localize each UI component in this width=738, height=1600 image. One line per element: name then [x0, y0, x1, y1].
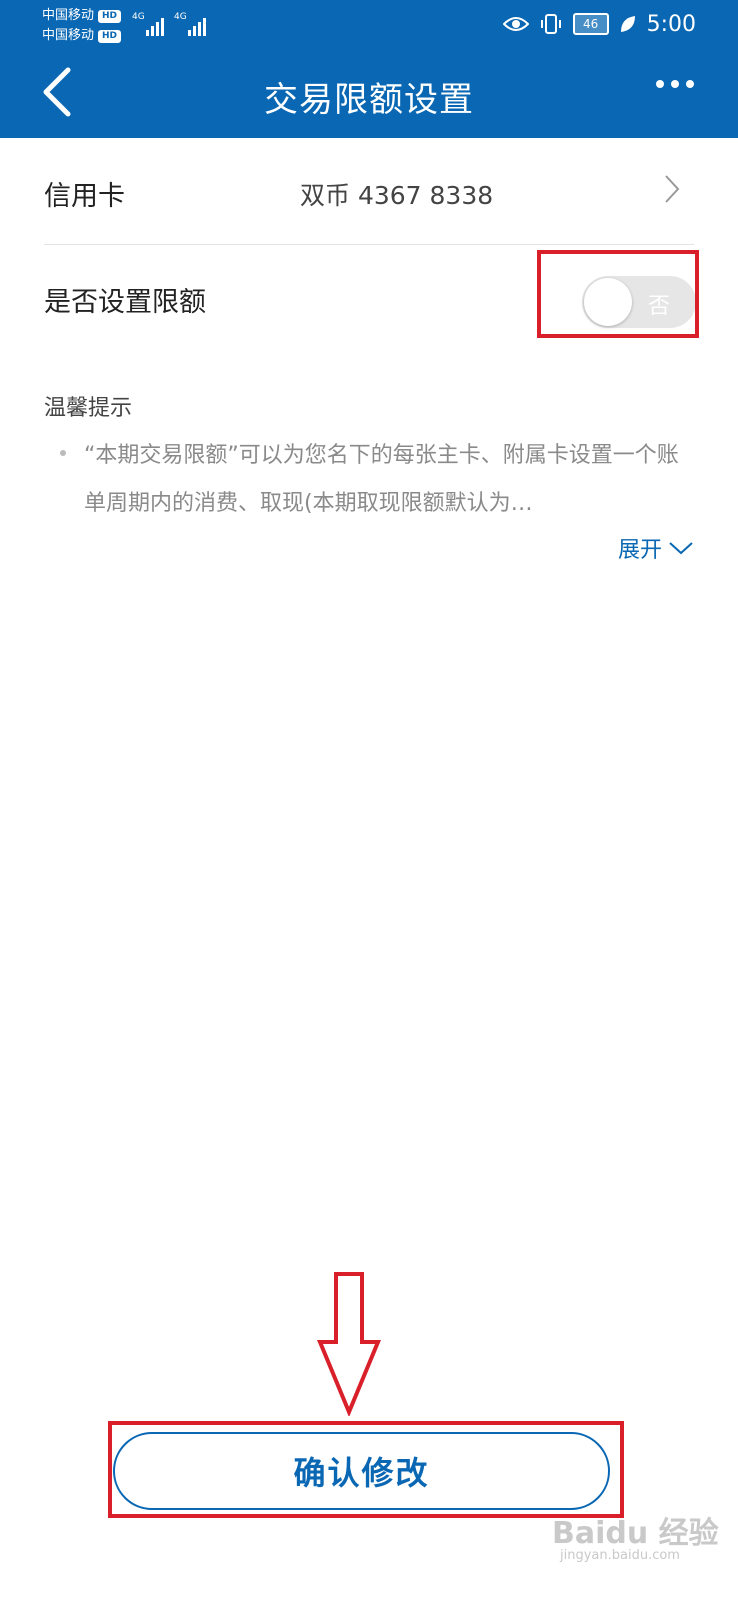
- tips-title: 温馨提示: [44, 396, 133, 421]
- bullet-icon: [60, 450, 66, 456]
- more-button[interactable]: [656, 80, 694, 88]
- more-dot: [686, 80, 694, 88]
- carrier-label: 中国移动: [42, 8, 95, 23]
- set-limit-row: 是否设置限额 否: [44, 248, 696, 348]
- expand-label: 展开: [617, 538, 662, 563]
- set-limit-label: 是否设置限额: [44, 287, 206, 318]
- hd-badge: HD: [98, 9, 122, 23]
- status-carrier: 中国移动 HD 中国移动 HD: [42, 6, 122, 46]
- more-dot: [656, 80, 664, 88]
- page-title: 交易限额设置: [264, 80, 474, 120]
- credit-card-label: 信用卡: [44, 181, 125, 212]
- signal-icon: 4G: [174, 12, 206, 36]
- toggle-state-text: 否: [648, 294, 671, 319]
- hd-badge: HD: [98, 29, 122, 43]
- signal-indicators: 4G 4G: [132, 12, 206, 36]
- status-time: 5:00: [646, 11, 696, 37]
- confirm-button[interactable]: 确认修改: [113, 1432, 610, 1510]
- baidu-watermark: Baidu 经验: [552, 1516, 719, 1551]
- status-right: 46 5:00: [502, 8, 696, 40]
- eye-icon: [502, 17, 529, 31]
- leaf-icon: [620, 16, 635, 32]
- signal-icon: 4G: [132, 12, 164, 36]
- network-type: 4G: [132, 12, 145, 22]
- vibrate-icon: [540, 14, 561, 34]
- carrier-label: 中国移动: [42, 28, 95, 43]
- network-type: 4G: [174, 12, 187, 22]
- watermark-url: jingyan.baidu.com: [560, 1548, 680, 1563]
- chevron-right-icon: [665, 175, 680, 203]
- down-arrow-annotation: [316, 1272, 382, 1420]
- credit-card-row[interactable]: 信用卡 双币 4367 8338: [44, 140, 694, 245]
- tips-text: “本期交易限额”可以为您名下的每张主卡、附属卡设置一个账单周期内的消费、取现(本…: [84, 443, 679, 516]
- battery-icon: 46: [572, 13, 609, 35]
- more-dot: [671, 80, 679, 88]
- expand-link[interactable]: 展开: [618, 532, 694, 564]
- arrow-down-icon: [317, 1272, 381, 1418]
- chevron-down-icon: [669, 542, 693, 555]
- app-header: 中国移动 HD 中国移动 HD 4G 4G 46 5:00 交易限额设置: [0, 0, 738, 138]
- credit-card-number: 双币 4367 8338: [300, 181, 494, 210]
- toggle-knob: [584, 278, 632, 326]
- set-limit-toggle[interactable]: 否: [582, 276, 696, 328]
